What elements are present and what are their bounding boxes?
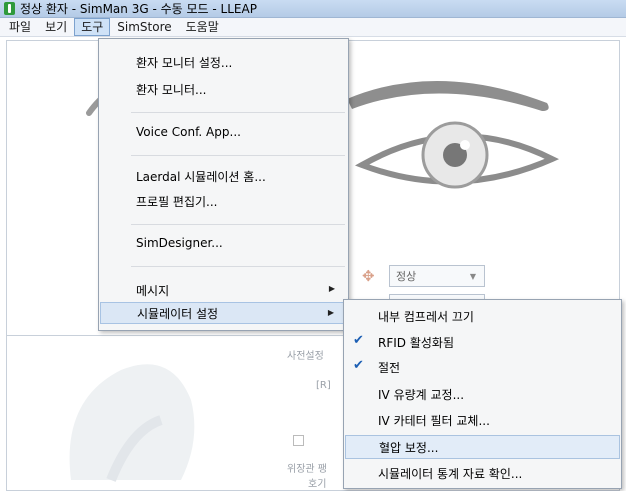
title-bar: 정상 환자 - SimMan 3G - 수동 모드 - LLEAP bbox=[0, 0, 626, 18]
pupil-icon: ✥ bbox=[362, 267, 375, 285]
tools-menu: 환자 모니터 설정... 환자 모니터... Voice Conf. App..… bbox=[98, 38, 349, 331]
menu-item-simdesigner[interactable]: SimDesigner... bbox=[100, 232, 347, 254]
menu-item-simulator-settings[interactable]: 시뮬레이터 설정 ▶ bbox=[100, 302, 347, 324]
menu-separator bbox=[131, 155, 345, 156]
submenu-item-iv-flowmeter-calibration[interactable]: IV 유량계 교정... bbox=[345, 382, 620, 406]
submenu-item-bp-calibration[interactable]: 혈압 보정... bbox=[345, 435, 620, 459]
submenu-item-rfid-enabled[interactable]: ✔ RFID 활성화됨 bbox=[345, 330, 620, 354]
exhale-checkbox[interactable] bbox=[293, 435, 304, 446]
menu-file[interactable]: 파일 bbox=[2, 18, 38, 36]
pupil-dropdown[interactable]: 정상 ▼ bbox=[389, 265, 485, 287]
r-label: [R] bbox=[316, 380, 331, 391]
submenu-item-internal-compressor-off[interactable]: 내부 컴프레서 끄기 bbox=[345, 304, 620, 328]
simulator-settings-submenu: 내부 컴프레서 끄기 ✔ RFID 활성화됨 ✔ 절전 IV 유량계 교정...… bbox=[343, 299, 622, 489]
menu-item-profile-editor[interactable]: 프로필 편집기... bbox=[100, 190, 347, 212]
menu-item-patient-monitor-settings[interactable]: 환자 모니터 설정... bbox=[100, 51, 347, 73]
menu-bar: 파일 보기 도구 SimStore 도움말 bbox=[0, 18, 626, 37]
chevron-down-icon: ▼ bbox=[469, 272, 476, 281]
submenu-arrow-icon: ▶ bbox=[327, 308, 334, 317]
menu-help[interactable]: 도움말 bbox=[179, 18, 226, 36]
check-icon: ✔ bbox=[353, 358, 364, 373]
menu-separator bbox=[131, 266, 345, 267]
presets-label: 사전설정 bbox=[287, 351, 324, 362]
stomach-label: 위장관 팽 bbox=[287, 464, 327, 475]
check-icon: ✔ bbox=[353, 333, 364, 348]
submenu-item-simulator-statistics[interactable]: 시뮬레이터 통계 자료 확인... bbox=[345, 461, 620, 485]
exhale-label: 호기 bbox=[308, 479, 327, 490]
menu-separator bbox=[131, 112, 345, 113]
menu-view[interactable]: 보기 bbox=[38, 18, 74, 36]
pupil-dropdown-value: 정상 bbox=[396, 270, 417, 283]
menu-item-laerdal-sim-home[interactable]: Laerdal 시뮬레이션 홈... bbox=[100, 165, 347, 187]
submenu-arrow-icon: ▶ bbox=[328, 284, 335, 293]
airway-illustration bbox=[69, 364, 195, 482]
app-icon bbox=[4, 2, 15, 15]
submenu-item-iv-catheter-filter-replace[interactable]: IV 카테터 필터 교체... bbox=[345, 408, 620, 432]
submenu-item-power-saving[interactable]: ✔ 절전 bbox=[345, 355, 620, 379]
menu-separator bbox=[131, 224, 345, 225]
menu-tools[interactable]: 도구 bbox=[74, 18, 111, 36]
menu-item-messages[interactable]: 메시지 ▶ bbox=[100, 279, 347, 301]
menu-simstore[interactable]: SimStore bbox=[110, 18, 178, 36]
menu-item-patient-monitor[interactable]: 환자 모니터... bbox=[100, 78, 347, 100]
window-title: 정상 환자 - SimMan 3G - 수동 모드 - LLEAP bbox=[20, 2, 257, 16]
menu-item-voice-conf-app[interactable]: Voice Conf. App... bbox=[100, 121, 347, 143]
